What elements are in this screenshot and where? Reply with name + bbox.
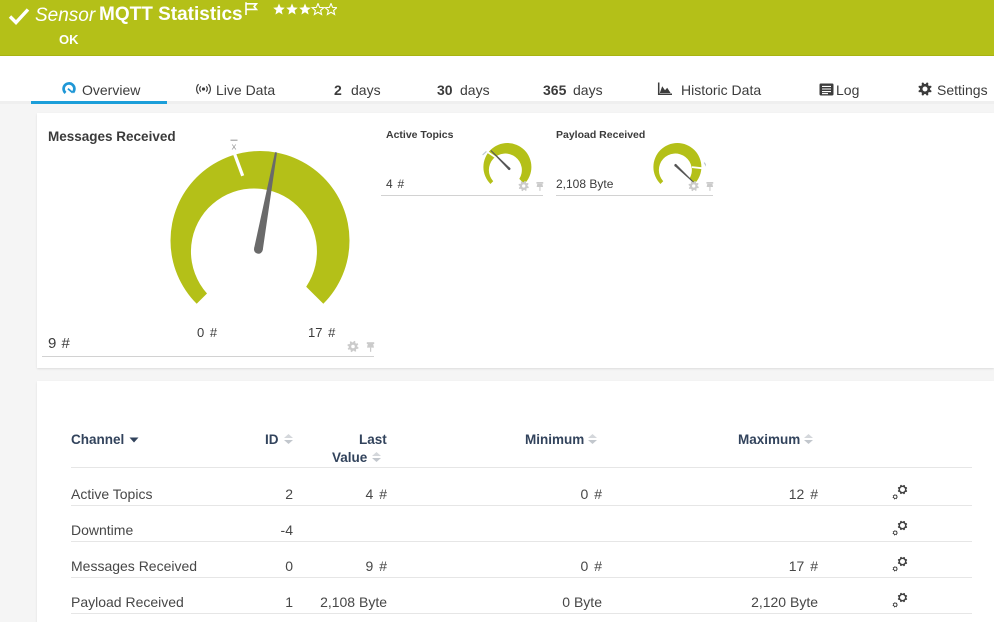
svg-text:x: x: [232, 142, 237, 153]
